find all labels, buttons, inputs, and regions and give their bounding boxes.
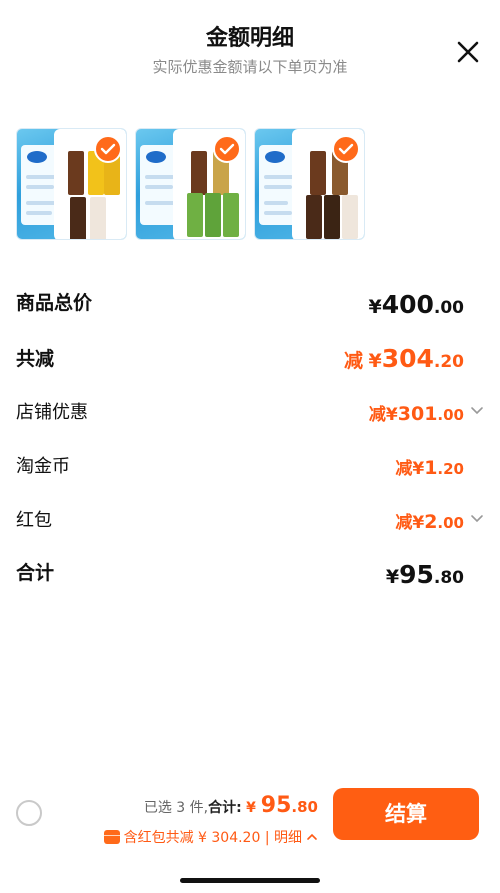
product-thumb-2[interactable]	[135, 128, 246, 240]
chevron-down-icon[interactable]	[470, 404, 484, 418]
selection-summary: 已选 3 件,合计: ¥ 95.80	[144, 793, 318, 818]
brand-logo-icon	[265, 151, 285, 163]
total-label: 合计:	[208, 800, 242, 816]
row-label: 淘金币	[16, 456, 70, 477]
selected-check-icon[interactable]	[332, 135, 360, 163]
brand-logo-icon	[27, 151, 47, 163]
amount-dec: .80	[433, 568, 464, 588]
amount-int: 95	[399, 560, 434, 589]
amount-dec: .20	[437, 460, 464, 478]
discount-prefix: 减	[344, 350, 364, 372]
row-value: 减¥1.20	[395, 454, 464, 479]
selected-count: 已选 3 件,	[143, 800, 209, 816]
total-amount-int: 95	[260, 793, 292, 818]
selected-check-icon[interactable]	[213, 135, 241, 163]
row-label: 红包	[16, 510, 52, 531]
brand-logo-icon	[146, 151, 166, 163]
amount-dec: .00	[437, 514, 464, 532]
amount-dec: .20	[433, 352, 464, 372]
currency-symbol: ¥	[385, 405, 398, 425]
discount-prefix: 减	[395, 513, 413, 533]
row-value: ¥95.80	[386, 560, 464, 589]
amount-dec: .00	[437, 406, 464, 424]
selected-check-icon[interactable]	[94, 135, 122, 163]
discount-detail-link[interactable]: 含红包共减 ¥ 304.20 | 明细	[103, 827, 318, 847]
amount-int: 2	[424, 511, 438, 533]
discount-prefix: 减	[368, 405, 386, 425]
row-shop-discount[interactable]: 店铺优惠 减¥301.00	[0, 398, 500, 438]
row-value: 减¥301.00	[369, 400, 464, 425]
red-packet-icon	[103, 830, 120, 844]
currency-symbol: ¥	[412, 513, 425, 533]
total-amount-dec: .80	[291, 798, 318, 816]
product-thumbnails	[16, 128, 365, 242]
amount-dec: .00	[433, 298, 464, 318]
page-title: 金额明细	[205, 26, 294, 51]
currency-symbol: ¥	[385, 566, 400, 588]
currency-symbol: ¥	[412, 459, 425, 479]
currency-symbol: ¥	[368, 350, 382, 372]
currency-symbol: ¥	[246, 800, 261, 816]
discount-prefix: 减	[395, 459, 413, 479]
amount-int: 1	[424, 457, 438, 479]
row-red-packet[interactable]: 红包 减¥2.00	[0, 506, 500, 546]
checkout-button[interactable]: 结算	[333, 788, 479, 840]
select-all-radio[interactable]	[16, 800, 42, 826]
product-thumb-3[interactable]	[254, 128, 365, 240]
row-value: 减 ¥304.20	[344, 344, 464, 373]
row-taojinbi: 淘金币 减¥1.20	[0, 452, 500, 492]
currency-symbol: ¥	[368, 296, 382, 318]
row-label: 合计	[16, 562, 55, 584]
row-total-price: 商品总价 ¥400.00	[0, 288, 500, 328]
close-icon[interactable]	[454, 38, 482, 66]
amount-int: 400	[381, 290, 434, 319]
chevron-down-icon[interactable]	[470, 512, 484, 526]
row-label: 共减	[16, 348, 55, 370]
header: 金额明细 实际优惠金额请以下单页为准	[0, 0, 500, 110]
product-thumb-1[interactable]	[16, 128, 127, 240]
bottom-bar: 已选 3 件,合计: ¥ 95.80 含红包共减 ¥ 304.20 | 明细 结…	[0, 773, 500, 893]
amount-int: 304	[381, 344, 434, 373]
amount-int: 301	[397, 403, 438, 425]
chevron-up-icon	[307, 833, 317, 840]
row-grand-total: 合计 ¥95.80	[0, 558, 500, 598]
row-label: 商品总价	[16, 292, 93, 314]
row-total-discount: 共减 减 ¥304.20	[0, 344, 500, 384]
row-label: 店铺优惠	[16, 402, 88, 423]
row-value: ¥400.00	[368, 290, 464, 319]
page-subtitle: 实际优惠金额请以下单页为准	[152, 58, 348, 76]
home-indicator	[180, 878, 320, 883]
discount-detail-text: 含红包共减 ¥ 304.20 | 明细	[123, 830, 302, 846]
row-value: 减¥2.00	[395, 508, 464, 533]
